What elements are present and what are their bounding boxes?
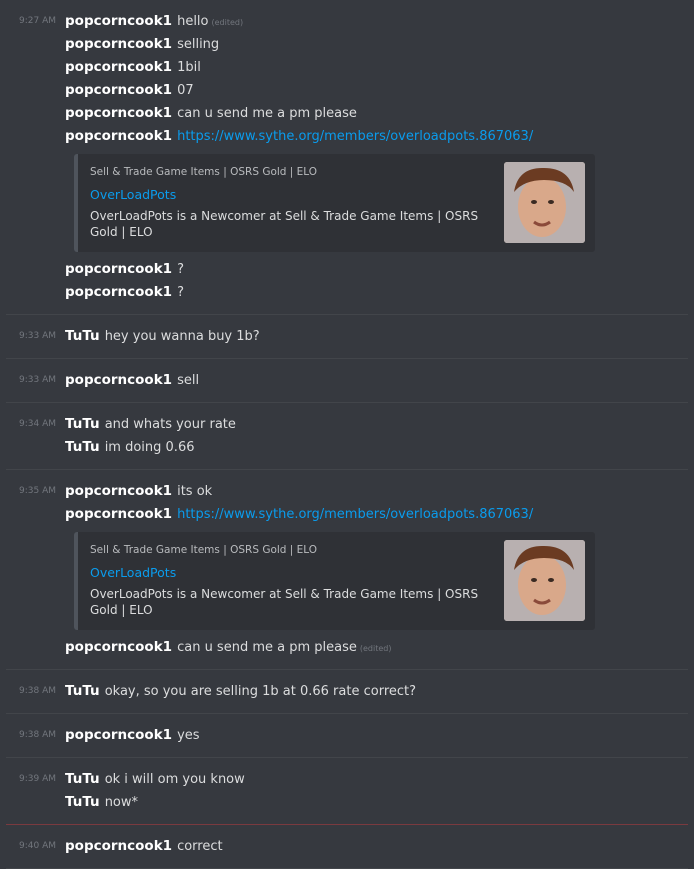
embed-description: OverLoadPots is a Newcomer at Sell & Tra… xyxy=(90,209,479,239)
message-divider xyxy=(6,669,688,670)
username[interactable]: popcorncook1 xyxy=(65,372,172,388)
timestamp: 9:39 AM xyxy=(19,774,56,784)
username[interactable]: popcorncook1 xyxy=(65,59,172,75)
username[interactable]: popcorncook1 xyxy=(65,128,172,144)
message-group: 9:33 AM popcorncook1 sell xyxy=(0,369,694,392)
message: popcorncook1 07 xyxy=(0,79,694,102)
username[interactable]: TuTu xyxy=(65,416,100,432)
link-embed: Sell & Trade Game Items | OSRS Gold | EL… xyxy=(74,154,595,252)
username[interactable]: popcorncook1 xyxy=(65,639,172,655)
message: 9:34 AM TuTu and whats your rate xyxy=(0,413,694,436)
embed-provider: Sell & Trade Game Items | OSRS Gold | EL… xyxy=(90,166,318,178)
embed-description: OverLoadPots is a Newcomer at Sell & Tra… xyxy=(90,587,479,617)
message-divider xyxy=(6,469,688,470)
message: 9:33 AM popcorncook1 sell xyxy=(0,369,694,392)
message: 9:33 AM TuTu hey you wanna buy 1b? xyxy=(0,325,694,348)
message-text: okay, so you are selling 1b at 0.66 rate… xyxy=(104,684,417,699)
edited-label: (edited) xyxy=(211,18,244,27)
username[interactable]: popcorncook1 xyxy=(65,727,172,743)
message: popcorncook1? xyxy=(0,258,694,281)
message-text: its ok xyxy=(177,484,213,499)
embed-thumbnail[interactable] xyxy=(504,162,585,243)
message: popcorncook1 1bil xyxy=(0,56,694,79)
message-link[interactable]: https://www.sythe.org/members/overloadpo… xyxy=(177,129,533,144)
message-text: and whats your rate xyxy=(104,417,236,432)
message-divider xyxy=(6,358,688,359)
message: popcorncook1 can u send me a pm please (ed… xyxy=(0,636,694,659)
message-divider xyxy=(6,713,688,714)
embed-thumbnail[interactable] xyxy=(504,540,585,621)
message-text: hello xyxy=(177,14,209,29)
timestamp: 9:34 AM xyxy=(19,419,56,429)
message-group: 9:39 AM TuTu ok i will om you know TuTu no… xyxy=(0,768,694,814)
message-link[interactable]: https://www.sythe.org/members/overloadpo… xyxy=(177,507,533,522)
message-divider xyxy=(6,757,688,758)
username[interactable]: popcorncook1 xyxy=(65,483,172,499)
username[interactable]: popcorncook1 xyxy=(65,105,172,121)
username[interactable]: popcorncook1 xyxy=(65,82,172,98)
edited-label: (edited) xyxy=(359,644,392,653)
message-text: selling xyxy=(177,37,220,52)
message-text: ? xyxy=(177,262,184,277)
message: 9:35 AM popcorncook1 its ok xyxy=(0,480,694,503)
message-group: 9:38 AM popcorncook1 yes xyxy=(0,724,694,747)
message: popcorncook1 https://www.sythe.org/member… xyxy=(0,503,694,526)
chat-log: 9:27 AM popcorncook1 hello (edited) popcor… xyxy=(0,0,694,869)
timestamp: 9:38 AM xyxy=(19,730,56,740)
timestamp: 9:40 AM xyxy=(19,841,56,851)
message-text: yes xyxy=(177,728,200,743)
embed-title-link[interactable]: OverLoadPots xyxy=(90,187,176,202)
message: 9:38 AM popcorncook1 yes xyxy=(0,724,694,747)
message: popcorncook1 https://www.sythe.org/member… xyxy=(0,125,694,148)
username[interactable]: TuTu xyxy=(65,794,100,810)
username[interactable]: popcorncook1 xyxy=(65,13,172,29)
message-text: sell xyxy=(177,373,200,388)
message: TuTu im doing 0.66 xyxy=(0,436,694,459)
message-text: now* xyxy=(104,795,139,810)
embed-provider: Sell & Trade Game Items | OSRS Gold | EL… xyxy=(90,544,318,556)
message: popcorncook1 can u send me a pm please xyxy=(0,102,694,125)
message-group: 9:34 AM TuTu and whats your rate TuTu im d… xyxy=(0,413,694,459)
message-group: 9:38 AM TuTu okay, so you are selling 1b … xyxy=(0,680,694,703)
timestamp: 9:33 AM xyxy=(19,331,56,341)
message-text: ok i will om you know xyxy=(104,772,245,787)
message-divider xyxy=(6,402,688,403)
embed-title-link[interactable]: OverLoadPots xyxy=(90,565,176,580)
message-text: im doing 0.66 xyxy=(104,440,195,455)
message-text: can u send me a pm please xyxy=(177,640,357,655)
message: 9:38 AM TuTu okay, so you are selling 1b … xyxy=(0,680,694,703)
new-messages-divider xyxy=(6,824,688,825)
message-group: 9:35 AM popcorncook1 its ok popcorncook1 h… xyxy=(0,480,694,659)
timestamp: 9:38 AM xyxy=(19,686,56,696)
message-group: 9:27 AM popcorncook1 hello (edited) popcor… xyxy=(0,10,694,304)
message: popcorncook1? xyxy=(0,281,694,304)
message-text: 07 xyxy=(177,83,194,98)
message: 9:27 AM popcorncook1 hello (edited) xyxy=(0,10,694,33)
username[interactable]: TuTu xyxy=(65,439,100,455)
link-embed: Sell & Trade Game Items | OSRS Gold | EL… xyxy=(74,532,595,630)
message: 9:39 AM TuTu ok i will om you know xyxy=(0,768,694,791)
message: popcorncook1 selling xyxy=(0,33,694,56)
message-text: hey you wanna buy 1b? xyxy=(104,329,260,344)
message-group: 9:33 AM TuTu hey you wanna buy 1b? xyxy=(0,325,694,348)
message: TuTu now* xyxy=(0,791,694,814)
username[interactable]: TuTu xyxy=(65,328,100,344)
message-text: correct xyxy=(177,839,223,854)
username[interactable]: popcorncook1 xyxy=(65,36,172,52)
message-text: can u send me a pm please xyxy=(177,106,357,121)
username[interactable]: TuTu xyxy=(65,771,100,787)
username[interactable]: TuTu xyxy=(65,683,100,699)
message-text: ? xyxy=(177,285,184,300)
timestamp: 9:27 AM xyxy=(19,16,56,26)
message-divider xyxy=(6,314,688,315)
username[interactable]: popcorncook1 xyxy=(65,284,172,300)
message-group: 9:40 AM popcorncook1 correct xyxy=(0,835,694,858)
username[interactable]: popcorncook1 xyxy=(65,261,172,277)
message-text: 1bil xyxy=(177,60,201,75)
message: 9:40 AM popcorncook1 correct xyxy=(0,835,694,858)
timestamp: 9:33 AM xyxy=(19,375,56,385)
timestamp: 9:35 AM xyxy=(19,486,56,496)
username[interactable]: popcorncook1 xyxy=(65,506,172,522)
username[interactable]: popcorncook1 xyxy=(65,838,172,854)
